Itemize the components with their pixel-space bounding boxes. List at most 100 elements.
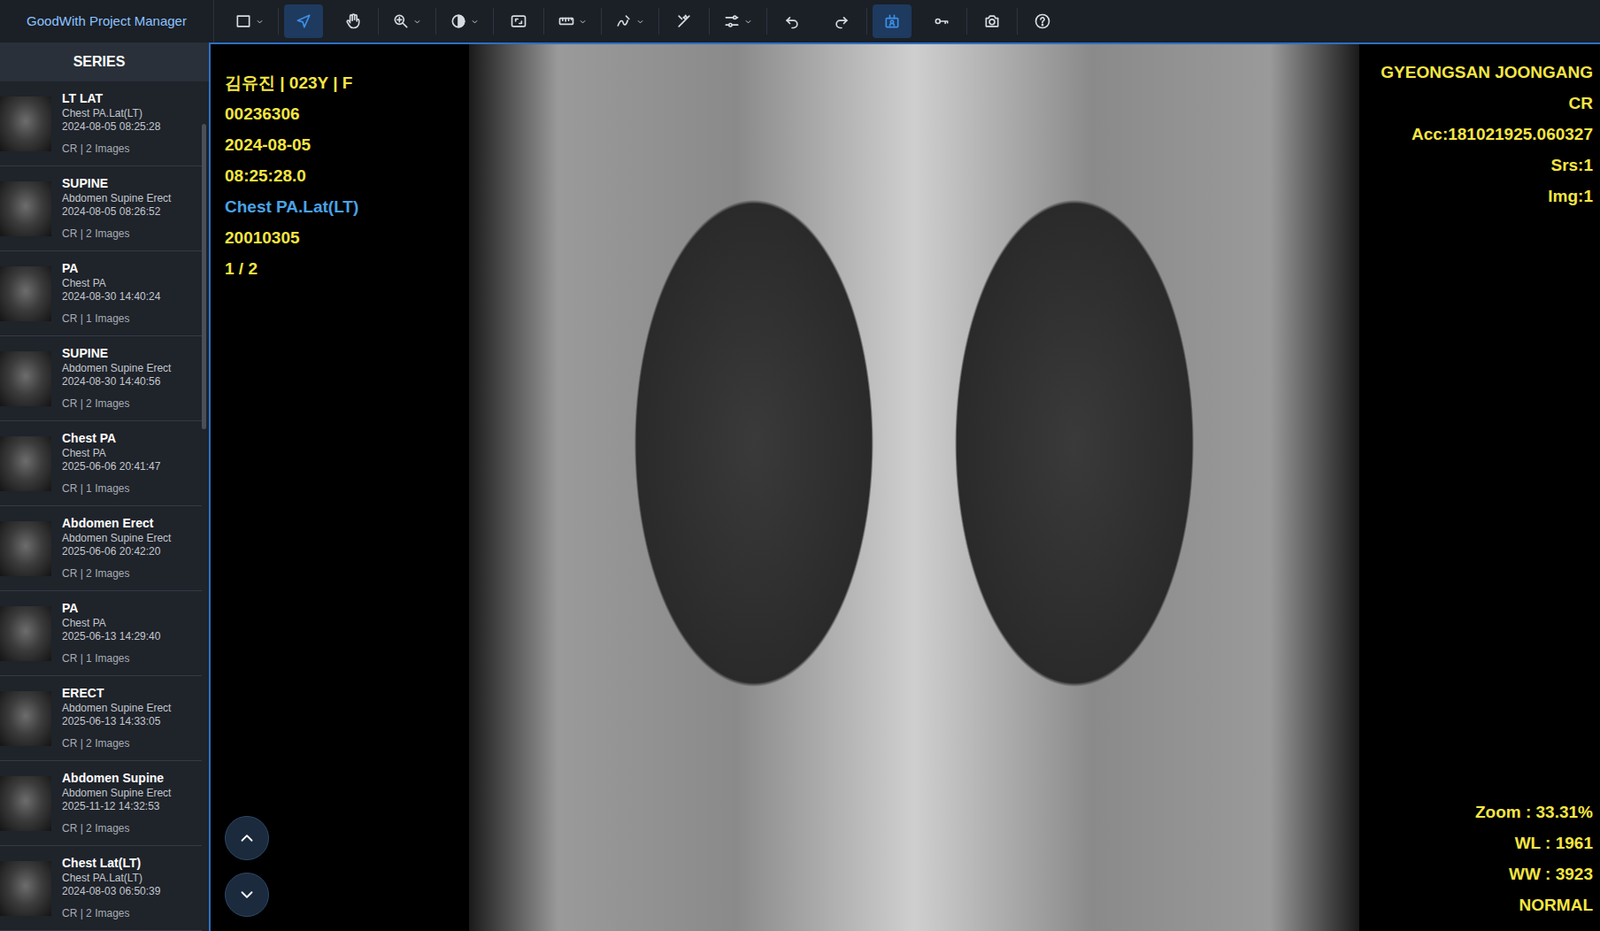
overlay-line: Img:1 <box>1380 180 1593 212</box>
series-date: 2025-06-13 14:33:05 <box>61 715 171 729</box>
series-text: PAChest PA2024-08-30 14:40:24CR | 1 Imag… <box>61 261 161 326</box>
tool-button[interactable] <box>284 4 324 39</box>
series-text: SUPINEAbdomen Supine Erect2024-08-05 08:… <box>61 176 171 241</box>
series-thumbnail[interactable] <box>0 181 52 237</box>
series-description: Abdomen Supine Erect <box>61 786 171 800</box>
caret-down-icon[interactable] <box>635 16 646 27</box>
tool-button[interactable] <box>607 4 654 39</box>
tool-button[interactable] <box>922 4 962 39</box>
tool-button[interactable] <box>333 4 373 39</box>
overlay-line: WL : 1961 <box>1475 827 1593 859</box>
hand-icon <box>344 12 362 31</box>
caret-down-icon[interactable] <box>412 16 423 27</box>
series-item[interactable]: Abdomen SupineAbdomen Supine Erect2025-1… <box>0 761 202 847</box>
next-image-button[interactable] <box>224 872 270 917</box>
series-info: CR | 2 Images <box>61 737 171 751</box>
fit-image-icon <box>509 12 528 31</box>
series-description: Abdomen Supine Erect <box>61 192 171 206</box>
series-item[interactable]: PAChest PA2024-08-30 14:40:24CR | 1 Imag… <box>0 251 202 337</box>
overlay-line: 20010305 <box>224 222 470 254</box>
camera-icon <box>983 12 1001 31</box>
series-text: Abdomen SupineAbdomen Supine Erect2025-1… <box>61 770 171 836</box>
series-date: 2024-08-05 08:25:28 <box>61 120 161 134</box>
separator <box>435 7 437 35</box>
app-title: GoodWith Project Manager <box>0 0 215 43</box>
series-item[interactable]: Abdomen ErectAbdomen Supine Erect2025-06… <box>0 506 202 592</box>
series-thumbnail[interactable] <box>0 96 52 152</box>
tool-button[interactable] <box>499 4 539 39</box>
series-item[interactable]: PAChest PA2025-06-13 14:29:40CR | 1 Imag… <box>0 591 202 677</box>
tool-button[interactable] <box>549 4 596 39</box>
series-item[interactable]: SUPINEAbdomen Supine Erect2024-08-05 08:… <box>0 166 202 252</box>
tool-button[interactable] <box>664 4 704 39</box>
caret-down-icon[interactable] <box>577 16 588 27</box>
image-navigation <box>224 815 470 917</box>
series-info: CR | 1 Images <box>61 312 161 326</box>
overlay-left: 김유진 | 023Y | F002363062024-08-0508:25:28… <box>210 44 470 931</box>
tool-button[interactable] <box>772 4 812 39</box>
series-description: Abdomen Supine Erect <box>61 531 171 546</box>
series-description: Abdomen Supine Erect <box>61 701 171 716</box>
series-item[interactable]: SUPINEAbdomen Supine Erect2024-08-30 14:… <box>0 336 202 422</box>
series-thumbnail[interactable] <box>0 776 52 831</box>
series-thumbnail[interactable] <box>0 861 52 916</box>
tool-button[interactable] <box>972 4 1012 39</box>
series-title: SUPINE <box>61 346 171 362</box>
series-date: 2025-06-06 20:42:20 <box>61 545 171 559</box>
tool-button[interactable] <box>226 4 273 39</box>
series-title: SUPINE <box>61 176 171 193</box>
series-title: SERIES <box>0 42 209 82</box>
series-info: CR | 2 Images <box>61 142 161 156</box>
overlay-line: 1 / 2 <box>224 253 470 285</box>
series-text: Chest PAChest PA2025-06-06 20:41:47CR | … <box>61 430 161 496</box>
series-thumbnail[interactable] <box>0 351 52 407</box>
image-viewport: 김유진 | 023Y | F002363062024-08-0508:25:28… <box>208 42 1600 931</box>
series-title: ERECT <box>61 685 171 702</box>
series-thumbnail[interactable] <box>0 266 52 322</box>
series-info: CR | 1 Images <box>61 652 161 666</box>
separator <box>708 7 710 35</box>
scrollbar[interactable] <box>201 123 207 430</box>
adjust-icon <box>723 12 741 31</box>
caret-down-icon[interactable] <box>743 16 754 27</box>
tool-button[interactable] <box>715 4 762 39</box>
series-thumbnail[interactable] <box>0 436 52 492</box>
overlay-line: Zoom : 33.31% <box>1475 796 1593 828</box>
previous-image-button[interactable] <box>224 815 270 861</box>
series-thumbnail[interactable] <box>0 606 52 662</box>
caret-down-icon[interactable] <box>254 16 265 27</box>
ruler-icon <box>557 12 576 31</box>
series-thumbnail[interactable] <box>0 521 52 577</box>
tool-button[interactable] <box>872 4 912 39</box>
series-thumbnail[interactable] <box>0 691 52 747</box>
help-icon <box>1033 12 1052 31</box>
zoom-icon <box>392 12 410 31</box>
series-date: 2025-11-12 14:32:53 <box>61 800 171 814</box>
key-icon <box>932 12 951 31</box>
series-item[interactable]: LT LATChest PA.Lat(LT)2024-08-05 08:25:2… <box>0 81 202 167</box>
caret-down-icon[interactable] <box>469 16 480 27</box>
series-item[interactable]: Chest Lat(LT)Chest PA.Lat(LT)2024-08-03 … <box>0 846 202 931</box>
series-item[interactable]: Chest PAChest PA2025-06-06 20:41:47CR | … <box>0 421 202 507</box>
series-date: 2024-08-30 14:40:56 <box>61 375 171 389</box>
tool-button[interactable] <box>441 4 488 39</box>
series-date: 2025-06-13 14:29:40 <box>61 630 161 644</box>
series-text: SUPINEAbdomen Supine Erect2024-08-30 14:… <box>61 346 171 411</box>
workspace: SERIES LT LATChest PA.Lat(LT)2024-08-05 0… <box>0 42 1600 931</box>
tool-button[interactable] <box>822 4 862 39</box>
separator <box>543 7 545 35</box>
tool-button[interactable] <box>384 4 431 39</box>
separator <box>966 7 968 35</box>
overlay-study: GYEONGSAN JOONGANGCRAcc:181021925.060327… <box>1380 56 1593 212</box>
series-text: LT LATChest PA.Lat(LT)2024-08-05 08:25:2… <box>61 91 161 156</box>
overlay-line: CR <box>1380 87 1593 119</box>
tool-button[interactable] <box>1023 4 1062 39</box>
overlay-line: Srs:1 <box>1380 149 1593 181</box>
overlay-line: Acc:181021925.060327 <box>1380 118 1593 150</box>
toolbar: GoodWith Project Manager <box>0 0 1600 43</box>
xray-image[interactable] <box>469 44 1360 931</box>
series-text: ERECTAbdomen Supine Erect2025-06-13 14:3… <box>61 685 171 751</box>
series-info: CR | 2 Images <box>61 822 171 836</box>
series-item[interactable]: ERECTAbdomen Supine Erect2025-06-13 14:3… <box>0 676 202 762</box>
overlay-line: 00236306 <box>224 98 470 130</box>
